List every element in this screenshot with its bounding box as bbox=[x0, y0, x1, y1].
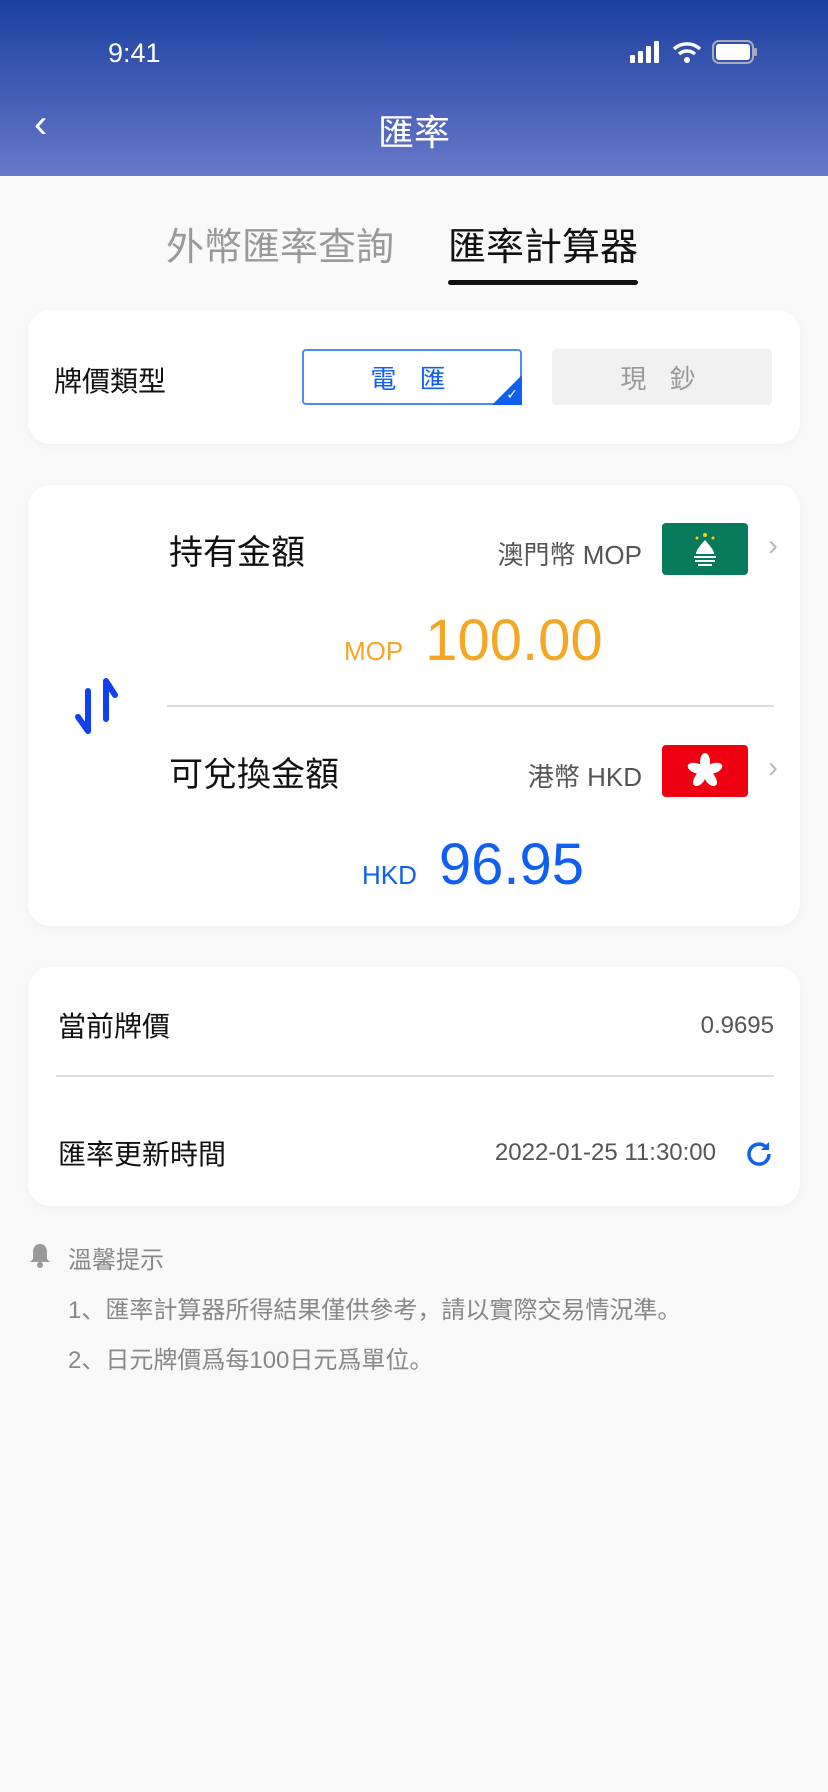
swap-icon[interactable] bbox=[72, 675, 120, 737]
to-value: 96.95 bbox=[438, 832, 585, 897]
to-label: 可兌換金額 bbox=[169, 756, 339, 794]
page-title: 匯率 bbox=[377, 112, 450, 153]
update-time-value: 2022-01-25 11:30:00 bbox=[494, 1139, 716, 1166]
option-telegraphic-transfer[interactable]: 電 匯 ✓ bbox=[302, 349, 522, 405]
from-amount[interactable]: MOP 100.00 bbox=[344, 607, 603, 674]
divider bbox=[56, 1075, 774, 1077]
to-currency-selector[interactable]: 港幣 HKD bbox=[528, 757, 642, 794]
status-time: 9:41 bbox=[108, 38, 161, 68]
rate-type-card: 牌價類型 電 匯 ✓ 現 鈔 bbox=[28, 310, 800, 444]
from-code: MOP bbox=[344, 636, 404, 666]
bell-icon bbox=[30, 1244, 50, 1268]
to-amount: HKD 96.95 bbox=[362, 831, 584, 898]
tab-rate-query[interactable]: 外幣匯率查詢 bbox=[166, 216, 394, 271]
signal-icon bbox=[630, 41, 659, 63]
refresh-icon[interactable] bbox=[744, 1139, 774, 1169]
divider bbox=[167, 705, 774, 707]
rate-type-label: 牌價類型 bbox=[54, 366, 167, 397]
tab-rate-calculator[interactable]: 匯率計算器 bbox=[448, 216, 639, 285]
status-icons bbox=[630, 40, 758, 64]
option-cash[interactable]: 現 鈔 bbox=[552, 349, 772, 405]
check-icon: ✓ bbox=[506, 386, 518, 402]
wifi-icon bbox=[672, 42, 702, 63]
converter-card: 持有金額 澳門幣 MOP › MOP 100.00 可兌換金額 港幣 HKD ›… bbox=[28, 485, 800, 926]
macau-flag-icon[interactable] bbox=[662, 523, 748, 575]
from-currency-selector[interactable]: 澳門幣 MOP bbox=[498, 535, 642, 572]
tip-item: 1、匯率計算器所得結果僅供參考，請以實際交易情況準。 bbox=[68, 1297, 682, 1324]
current-rate-label: 當前牌價 bbox=[58, 1011, 171, 1042]
option-label: 電 匯 bbox=[370, 363, 454, 394]
tip-item: 2、日元牌價爲每100日元爲單位。 bbox=[68, 1347, 434, 1374]
app-header: 9:41 ‹ 匯率 bbox=[0, 0, 828, 176]
current-rate-value: 0.9695 bbox=[700, 1012, 774, 1039]
to-chevron-right-icon[interactable]: › bbox=[768, 751, 778, 785]
from-value: 100.00 bbox=[425, 608, 603, 673]
to-code: HKD bbox=[362, 860, 417, 890]
from-chevron-right-icon[interactable]: › bbox=[768, 529, 778, 563]
battery-icon bbox=[712, 40, 757, 64]
hong-kong-flag-icon[interactable] bbox=[662, 745, 748, 797]
rate-info-card: 當前牌價 0.9695 匯率更新時間 2022-01-25 11:30:00 bbox=[28, 967, 800, 1206]
from-label: 持有金額 bbox=[169, 534, 305, 572]
tips-title: 溫馨提示 bbox=[68, 1247, 164, 1274]
update-time-label: 匯率更新時間 bbox=[58, 1139, 227, 1170]
